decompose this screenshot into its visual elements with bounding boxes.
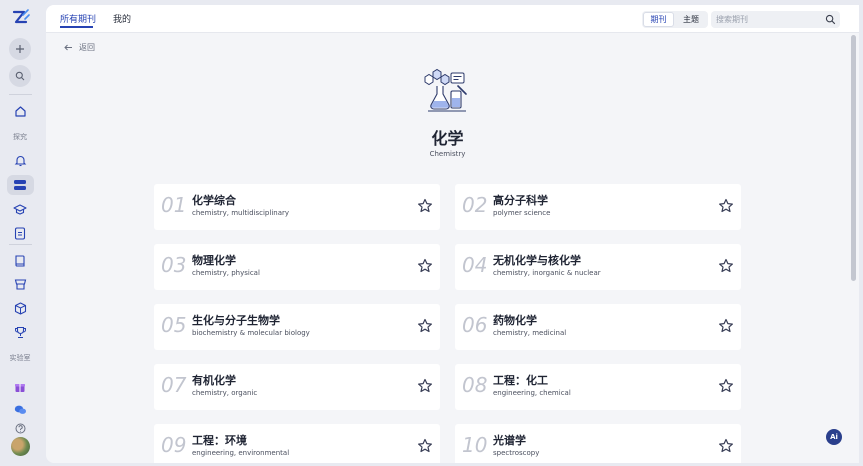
category-title: 化学	[431, 129, 464, 148]
tab-all-journals[interactable]: 所有期刊	[60, 12, 96, 25]
toggle-journals[interactable]: 期刊	[643, 12, 674, 27]
store-icon[interactable]	[12, 276, 28, 292]
journal-card[interactable]: 06 药物化学 chemistry, medicinal	[455, 304, 741, 350]
cube-icon[interactable]	[12, 300, 28, 316]
journal-name-en: engineering, environmental	[192, 449, 290, 457]
search-icon[interactable]	[825, 14, 836, 25]
favorite-star-icon[interactable]	[417, 258, 433, 274]
journal-name-en: chemistry, organic	[192, 389, 258, 397]
favorite-star-icon[interactable]	[718, 198, 734, 214]
journal-name-cn: 高分子科学	[493, 194, 548, 207]
favorite-star-icon[interactable]	[417, 318, 433, 334]
favorite-star-icon[interactable]	[718, 438, 734, 454]
journal-card[interactable]: 02 高分子科学 polymer science	[455, 184, 741, 230]
journal-name-cn: 物理化学	[192, 254, 236, 267]
journal-card[interactable]: 05 生化与分子生物学 biochemistry & molecular biolo…	[154, 304, 440, 350]
vertical-scrollbar[interactable]	[851, 35, 856, 281]
journal-number: 06	[462, 313, 488, 337]
app-logo-icon[interactable]	[12, 9, 30, 27]
search-icon[interactable]	[9, 65, 31, 87]
view-toggle: 期刊 主题	[642, 11, 708, 28]
back-button[interactable]: 返回	[64, 42, 95, 53]
search-box	[711, 11, 840, 28]
journal-name-en: polymer science	[493, 209, 551, 217]
journal-name-cn: 生化与分子生物学	[192, 314, 280, 327]
journal-card[interactable]: 04 无机化学与核化学 chemistry, inorganic & nuclear	[455, 244, 741, 290]
journal-name-en: chemistry, physical	[192, 269, 260, 277]
journal-name-cn: 工程：环境	[192, 434, 247, 447]
ai-assistant-button[interactable]: Ai	[826, 429, 842, 445]
journal-name-en: chemistry, inorganic & nuclear	[493, 269, 601, 277]
favorite-star-icon[interactable]	[718, 258, 734, 274]
search-input[interactable]	[716, 13, 816, 26]
favorite-star-icon[interactable]	[718, 378, 734, 394]
journal-name-en: spectroscopy	[493, 449, 540, 457]
sidebar-section-explore: 探究	[13, 133, 27, 141]
arrow-left-icon	[64, 44, 72, 51]
tab-mine[interactable]: 我的	[113, 12, 131, 25]
journal-number: 09	[161, 433, 187, 457]
journal-name-cn: 工程：化工	[493, 374, 548, 387]
category-subtitle: Chemistry	[429, 150, 466, 158]
sidebar-section-lab: 实验室	[9, 354, 31, 362]
favorite-star-icon[interactable]	[417, 438, 433, 454]
sidebar-divider	[9, 94, 32, 95]
book-icon[interactable]	[12, 252, 28, 268]
journal-card[interactable]: 08 工程：化工 engineering, chemical	[455, 364, 741, 410]
journal-name-cn: 光谱学	[493, 434, 526, 447]
journal-card[interactable]: 01 化学综合 chemistry, multidisciplinary	[154, 184, 440, 230]
journal-number: 05	[161, 313, 187, 337]
notebook-icon[interactable]	[12, 225, 28, 241]
journal-number: 07	[161, 373, 187, 397]
gift-icon[interactable]	[12, 379, 28, 395]
favorite-star-icon[interactable]	[718, 318, 734, 334]
journal-number: 01	[161, 193, 187, 217]
journals-stack-icon[interactable]	[12, 177, 28, 193]
journal-name-en: biochemistry & molecular biology	[192, 329, 310, 337]
journal-number: 03	[161, 253, 187, 277]
trophy-icon[interactable]	[12, 324, 28, 340]
wechat-icon[interactable]	[12, 402, 28, 418]
chemistry-flask-icon	[424, 68, 467, 112]
journal-number: 04	[462, 253, 488, 277]
user-avatar[interactable]	[11, 437, 30, 456]
journal-name-cn: 化学综合	[192, 194, 236, 207]
top-bar: 所有期刊 我的 期刊 主题	[46, 5, 859, 33]
journal-card[interactable]: 07 有机化学 chemistry, organic	[154, 364, 440, 410]
journal-card[interactable]: 10 光谱学 spectroscopy	[455, 424, 741, 463]
graduation-cap-icon[interactable]	[12, 201, 28, 217]
favorite-star-icon[interactable]	[417, 378, 433, 394]
sidebar-divider	[9, 244, 32, 245]
journal-card[interactable]: 09 工程：环境 engineering, environmental	[154, 424, 440, 463]
active-tab-indicator	[60, 26, 93, 28]
journal-name-en: chemistry, medicinal	[493, 329, 567, 337]
journal-name-en: engineering, chemical	[493, 389, 571, 397]
main-panel: 所有期刊 我的 期刊 主题 返回 化学 Chemistry 01 化学综合 chem…	[46, 5, 859, 463]
sidebar: 探究 实验室	[0, 0, 46, 466]
journal-number: 10	[462, 433, 488, 457]
journal-number: 08	[462, 373, 488, 397]
add-icon[interactable]	[9, 38, 31, 60]
favorite-star-icon[interactable]	[417, 198, 433, 214]
back-label: 返回	[79, 43, 95, 52]
journal-name-cn: 有机化学	[192, 374, 236, 387]
toggle-topics[interactable]: 主题	[675, 12, 707, 27]
help-icon[interactable]	[12, 420, 28, 436]
home-icon[interactable]	[12, 103, 28, 119]
bell-icon[interactable]	[12, 152, 28, 168]
journal-card[interactable]: 03 物理化学 chemistry, physical	[154, 244, 440, 290]
journal-name-cn: 药物化学	[493, 314, 537, 327]
journal-name-en: chemistry, multidisciplinary	[192, 209, 290, 217]
journal-number: 02	[462, 193, 488, 217]
journal-name-cn: 无机化学与核化学	[493, 254, 581, 267]
